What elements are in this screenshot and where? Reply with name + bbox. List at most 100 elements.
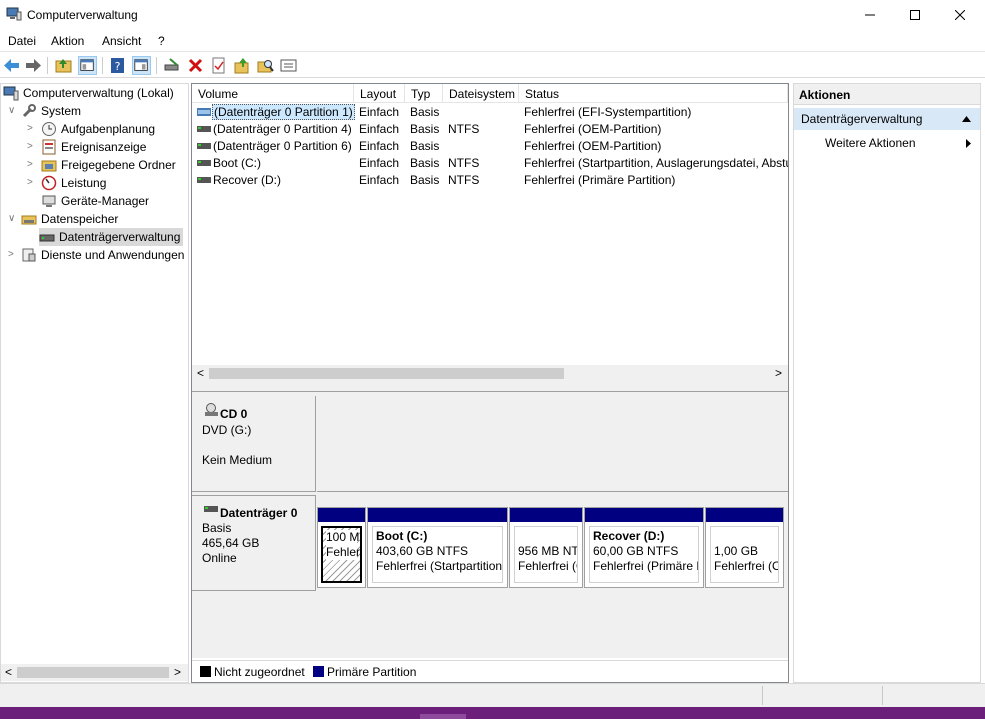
column-header-dateisystem[interactable]: Dateisystem [443, 84, 519, 103]
cd0-empty-area [317, 396, 788, 492]
menu-datei[interactable]: Datei [8, 34, 36, 48]
delete-icon[interactable] [186, 56, 205, 75]
pane-splitter[interactable] [192, 382, 788, 392]
actions-section-label: Datenträgerverwaltung [801, 112, 923, 126]
show-hide-tree-icon[interactable] [78, 56, 97, 75]
scrollbar-thumb[interactable] [209, 368, 564, 379]
disk-label-disk0[interactable]: Datenträger 0 Basis 465,64 GB Online [192, 495, 316, 591]
volume-status: Fehlerfrei (Primäre Partition) [524, 173, 676, 187]
partition-efi[interactable]: 100 MB Fehlerfrei [317, 507, 366, 588]
properties-icon[interactable] [209, 56, 228, 75]
partition-oem-2[interactable]: 1,00 GB Fehlerfrei (OEM [705, 507, 784, 588]
cd0-media: Kein Medium [202, 453, 273, 467]
volume-row[interactable]: (Datenträger 0 Partition 6) Einfach Basi… [192, 138, 790, 155]
partition-oem-1[interactable]: 956 MB NTFS Fehlerfrei (OEM [509, 507, 583, 588]
tree-horizontal-scrollbar[interactable]: < > [1, 664, 188, 681]
help-icon[interactable]: ? [108, 56, 127, 75]
up-folder-icon[interactable] [54, 56, 73, 75]
action-weitere-aktionen[interactable]: Weitere Aktionen [794, 133, 980, 153]
column-header-volume[interactable]: Volume [192, 84, 354, 103]
tree-dienste[interactable]: Dienste und Anwendungen [21, 246, 184, 264]
scroll-right-icon[interactable]: > [174, 665, 181, 679]
column-header-status[interactable]: Status [519, 84, 788, 103]
partition-size: 956 MB NTFS [518, 544, 578, 558]
console-icon[interactable] [279, 56, 298, 75]
disk0-type: Basis [202, 521, 232, 535]
back-arrow-icon[interactable] [2, 56, 21, 75]
scroll-left-icon[interactable]: < [197, 366, 204, 380]
menu-help[interactable]: ? [158, 34, 165, 48]
volume-name: Recover (D:) [213, 173, 282, 187]
column-header-typ[interactable]: Typ [405, 84, 443, 103]
volume-status: Fehlerfrei (OEM-Partition) [524, 122, 662, 136]
volume-row[interactable]: Boot (C:) Einfach Basis NTFS Fehlerfrei … [192, 155, 790, 172]
volume-status: Fehlerfrei (Startpartition, Auslagerungs… [524, 156, 788, 170]
actions-pane: Aktionen Datenträgerverwaltung Weitere A… [793, 83, 981, 683]
scrollbar-thumb[interactable] [17, 667, 169, 678]
volume-row[interactable]: (Datenträger 0 Partition 1) Einfach Basi… [192, 104, 790, 121]
action-weitere-label: Weitere Aktionen [825, 136, 916, 150]
partition-recover[interactable]: Recover (D:) 60,00 GB NTFS Fehlerfrei (P… [584, 507, 704, 588]
forward-arrow-icon[interactable] [24, 56, 43, 75]
partition-size: 60,00 GB NTFS [593, 544, 679, 558]
disk0-name: Datenträger 0 [220, 506, 298, 520]
legend: Nicht zugeordnet Primäre Partition [192, 660, 788, 682]
chevron-right-icon[interactable]: > [27, 159, 33, 170]
volume-layout: Einfach [359, 122, 400, 136]
tree-datenspeicher-label: Datenspeicher [41, 212, 119, 226]
cd0-type: DVD (G:) [202, 423, 252, 437]
tree-system[interactable]: System [21, 102, 81, 120]
tree-geraete-manager[interactable]: Geräte-Manager [41, 192, 149, 210]
tree-aufgabenplanung[interactable]: Aufgabenplanung [41, 120, 155, 138]
connect-drive-icon[interactable] [162, 56, 181, 75]
volume-typ: Basis [410, 173, 440, 187]
hard-disk-icon [204, 506, 218, 512]
chevron-right-icon[interactable]: > [27, 123, 33, 134]
volume-typ: Basis [410, 122, 440, 136]
close-button[interactable] [937, 0, 983, 30]
chevron-down-icon[interactable]: ∨ [8, 213, 15, 224]
actions-section-disk-management[interactable]: Datenträgerverwaltung [794, 108, 980, 130]
chevron-down-icon[interactable]: ∨ [8, 105, 15, 116]
partition-status: Fehlerfrei (OEM [714, 559, 778, 573]
maximize-button[interactable] [892, 0, 938, 30]
legend-primary-label: Primäre Partition [327, 665, 417, 679]
volume-icon [197, 108, 211, 116]
menu-ansicht[interactable]: Ansicht [102, 34, 141, 48]
volume-status: Fehlerfrei (EFI-Systempartition) [524, 105, 692, 119]
volume-row[interactable]: (Datenträger 0 Partition 4) Einfach Basi… [192, 121, 790, 138]
search-folder-icon[interactable] [256, 56, 275, 75]
minimize-icon [865, 14, 875, 16]
volume-row[interactable]: Recover (D:) Einfach Basis NTFS Fehlerfr… [192, 172, 790, 189]
volume-typ: Basis [410, 139, 440, 153]
legend-primary-swatch [313, 666, 324, 677]
partition-status: Fehlerfrei [326, 545, 361, 560]
tree-freigegebene-ordner[interactable]: Freigegebene Ordner [41, 156, 176, 174]
partition-header-bar [368, 508, 507, 522]
partition-header-bar [510, 508, 582, 522]
tree-datentraegerverwaltung[interactable]: Datenträgerverwaltung [39, 228, 184, 246]
disk-label-cd0[interactable]: CD 0 DVD (G:) Kein Medium [192, 396, 316, 492]
tree-root[interactable]: Computerverwaltung (Lokal) [3, 84, 174, 102]
scroll-right-icon[interactable]: > [775, 366, 782, 380]
column-header-layout[interactable]: Layout [354, 84, 405, 103]
partition-boot[interactable]: Boot (C:) 403,60 GB NTFS Fehlerfrei (Sta… [367, 507, 508, 588]
show-hide-action-pane-icon[interactable] [132, 56, 151, 75]
tree-ereignisanzeige[interactable]: Ereignisanzeige [41, 138, 146, 156]
tree-leistung[interactable]: Leistung [41, 174, 106, 192]
volume-list-horizontal-scrollbar[interactable]: < > [192, 365, 788, 382]
chevron-right-icon[interactable]: > [8, 249, 14, 260]
partition-title: Recover (D:) [593, 529, 665, 543]
volume-fs: NTFS [448, 156, 480, 170]
scroll-left-icon[interactable]: < [5, 665, 12, 679]
chevron-right-icon[interactable]: > [27, 141, 33, 152]
open-folder-icon[interactable] [233, 56, 252, 75]
tree-datenspeicher[interactable]: Datenspeicher [21, 210, 118, 228]
menu-aktion[interactable]: Aktion [51, 34, 84, 48]
minimize-button[interactable] [847, 0, 893, 30]
chevron-right-icon[interactable]: > [27, 177, 33, 188]
volume-fs: NTFS [448, 122, 480, 136]
legend-unallocated-label: Nicht zugeordnet [214, 665, 305, 679]
collapse-up-icon[interactable] [962, 116, 971, 122]
volume-name: Boot (C:) [213, 156, 262, 170]
